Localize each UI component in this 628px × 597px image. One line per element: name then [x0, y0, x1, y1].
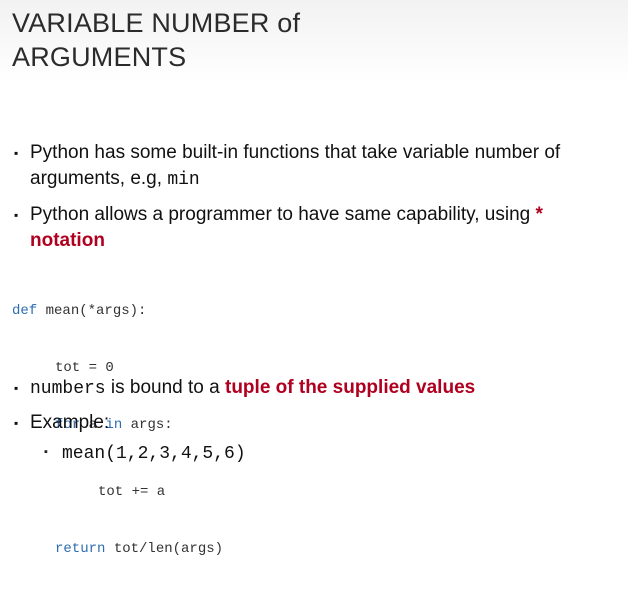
inline-code-numbers: numbers — [30, 379, 106, 399]
sub-bullet-marker: ▪ — [44, 446, 48, 458]
bullet-marker: ▪ — [14, 146, 19, 160]
code-text: tot/len(args) — [105, 541, 224, 557]
bullet-star-notation: ▪ Python allows a programmer to have sam… — [14, 202, 614, 254]
bullet-variable-builtins: ▪ Python has some built-in functions tha… — [14, 140, 614, 193]
bullet-marker: ▪ — [14, 416, 19, 430]
emphasis-tuple: tuple of the supplied values — [225, 377, 476, 398]
bullet-2-text: Python allows a programmer to have same … — [30, 204, 531, 225]
code-text: tot = 0 — [55, 360, 114, 376]
code-text: mean(*args): — [37, 303, 147, 319]
bullet-1-text: Python has some built-in functions that … — [30, 142, 561, 189]
title-line-1: VARIABLE NUMBER of — [12, 8, 301, 38]
bullet-numbers-tuple: ▪ numbers is bound to a tuple of the sup… — [14, 375, 614, 402]
bullet-example: ▪ Example: — [14, 410, 614, 436]
keyword: def — [12, 303, 38, 319]
bullet-4-text: Example: — [30, 412, 110, 433]
slide: VARIABLE NUMBER of ARGUMENTS ▪ Python ha… — [0, 0, 628, 557]
bullet-text: numbers is bound to a tuple of the suppl… — [30, 375, 614, 402]
bullet-3-text: is bound to a — [110, 377, 220, 398]
code-text: tot += a — [98, 484, 166, 500]
inline-code-min: min — [167, 170, 200, 190]
title-line-2: ARGUMENTS — [12, 42, 187, 72]
code-line: tot += a — [12, 473, 223, 502]
keyword: return — [55, 541, 106, 557]
sub-bullet-example-call: ▪ mean(1,2,3,4,5,6) — [44, 440, 246, 466]
bullet-marker: ▪ — [14, 208, 19, 222]
code-line: return tot/len(args) — [12, 540, 223, 559]
example-call-code: mean(1,2,3,4,5,6) — [62, 444, 246, 464]
code-line: def mean(*args): — [12, 302, 223, 321]
bullet-text: Python allows a programmer to have same … — [30, 202, 614, 254]
slide-title: VARIABLE NUMBER of ARGUMENTS — [12, 6, 300, 74]
bullet-text: Python has some built-in functions that … — [30, 140, 614, 193]
bullet-marker: ▪ — [14, 381, 19, 395]
